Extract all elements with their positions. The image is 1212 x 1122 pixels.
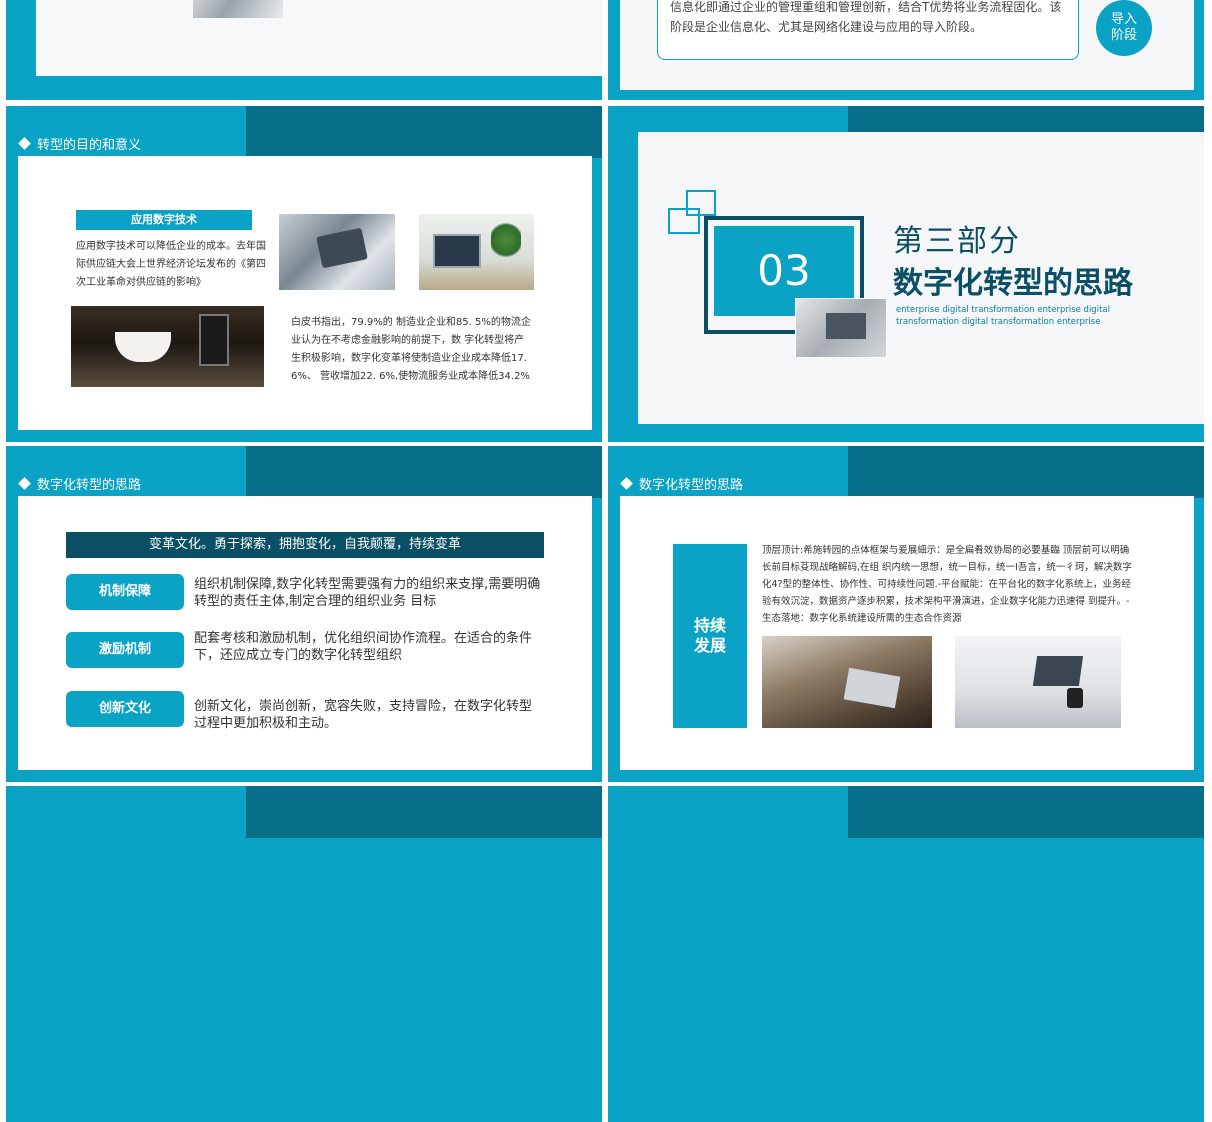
section-title-text: 转型的目的和意义 (37, 138, 142, 153)
item-description-0: 组织机制保障,数字化转型需要强有力的组织来支撑,需要明确转型的责任主体,制定合理… (194, 577, 541, 609)
stage-badge-label: 导入 阶段 (1110, 12, 1137, 43)
part-label: 第三部分 (893, 224, 1021, 259)
photo-tablet-hands (279, 214, 395, 290)
slide-thumbnail-1[interactable]: 信息化即通过企业的管理重组和管理创新，结合T优势将业务流程固化。该阶段是企业信息… (608, 0, 1204, 100)
part-subtitle-en: enterprise digital transformation enterp… (896, 305, 1110, 327)
section-title-text: 数字化转型的思路 (639, 478, 744, 493)
photo-laptop-desk (193, 0, 283, 18)
side-tag-text: 持续 发展 (693, 616, 726, 655)
part-title: 数字化转型的思路 (893, 266, 1133, 301)
slide-card (36, 0, 602, 76)
header-band-light (608, 786, 848, 838)
item-description-2: 创新文化，崇尚创新，宽容失败，支持冒险，在数字化转型过程中更加积极和主动。 (194, 699, 533, 731)
deco-square-outline (668, 208, 700, 234)
slide-thumbnail-7[interactable] (608, 786, 1204, 1122)
diamond-icon (620, 477, 633, 490)
slide-thumbnail-0[interactable] (6, 0, 602, 100)
slide-thumbnail-2[interactable]: 转型的目的和意义 应用数字技术 应用数字技术可以降低企业的成本。去年国际供应链大… (6, 106, 602, 442)
pill-label-2: 创新文化 (66, 691, 184, 727)
item-description-1: 配套考核和激励机制，优化组织间协作流程。在适合的条件下，还应成立专门的数字化转型… (194, 631, 533, 663)
culture-banner: 变革文化。勇于探索，拥抱变化，自我颠覆，持续变革 (66, 532, 544, 558)
slide-thumbnail-3[interactable]: 03 第三部分 数字化转型的思路 enterprise digital tran… (608, 106, 1204, 442)
pill-label-0: 机制保障 (66, 574, 184, 610)
photo-team-table (762, 636, 932, 728)
photo-laptop-plant (419, 214, 534, 290)
diamond-icon (18, 477, 31, 490)
culture-banner-text: 变革文化。勇于探索，拥抱变化，自我颠覆，持续变革 (148, 537, 461, 552)
header-band-dark (848, 446, 1204, 498)
stage-description: 信息化即通过企业的管理重组和管理创新，结合T优势将业务流程固化。该阶段是企业信息… (670, 0, 1062, 34)
section-title: 转型的目的和意义 (18, 134, 142, 153)
pill-label-text: 激励机制 (98, 642, 151, 657)
section-number: 03 (757, 246, 811, 295)
section-title: 数字化转型的思路 (18, 474, 142, 493)
tag-label-text: 应用数字技术 (131, 213, 197, 226)
side-tag: 持续 发展 (673, 544, 747, 728)
photo-office-laptop (955, 636, 1121, 728)
slide-thumbnail-5[interactable]: 数字化转型的思路 持续 发展 顶层顶计:希施转园的点体框架与爰展細示：是全扁肴效… (608, 446, 1204, 782)
stage-textbox: 信息化即通过企业的管理重组和管理创新，结合T优势将业务流程固化。该阶段是企业信息… (657, 0, 1079, 60)
slide-thumbnail-6[interactable] (6, 786, 602, 1122)
tag-label: 应用数字技术 (76, 210, 252, 230)
stage-badge: 导入 阶段 (1096, 0, 1152, 56)
header-band-dark (246, 106, 602, 158)
slide-thumbnail-4[interactable]: 数字化转型的思路 变革文化。勇于探索，拥抱变化，自我颠覆，持续变革 机制保障 组… (6, 446, 602, 782)
header-band-dark (246, 446, 602, 498)
paragraph-left: 应用数字技术可以降低企业的成本。去年国际供应链大会上世界经济论坛发布的《第四次工… (76, 241, 266, 288)
section-title: 数字化转型的思路 (620, 474, 744, 493)
diamond-icon (18, 137, 31, 150)
section-title-text: 数字化转型的思路 (37, 478, 142, 493)
header-band-light (6, 786, 246, 838)
header-band-dark (848, 786, 1204, 838)
slide-card (18, 156, 592, 430)
pill-label-text: 机制保障 (98, 584, 151, 599)
paragraph-right: 白皮书指出，79.9%的 制造业企业和85. 5%的物流企业认为在不考虑金融影响… (291, 317, 531, 382)
photo-coffee-phone (71, 306, 264, 387)
photo-laptop-hands (795, 298, 887, 358)
pill-label-text: 创新文化 (98, 701, 151, 716)
framework-text: 顶层顶计:希施转园的点体框架与爰展細示：是全扁肴效协局的必要基臨 顶层前可以明确… (762, 545, 1132, 624)
header-band-dark (246, 786, 602, 838)
pill-label-1: 激励机制 (66, 632, 184, 668)
